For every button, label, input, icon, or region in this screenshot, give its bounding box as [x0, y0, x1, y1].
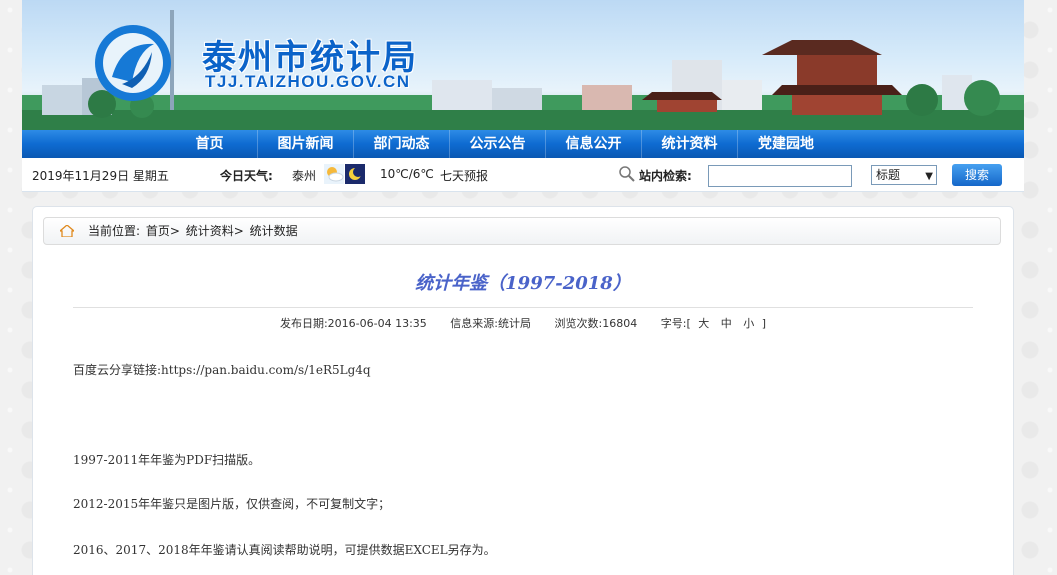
article-meta: 发布日期:2016-06-04 13:35 信息来源:统计局 浏览次数:1680…	[33, 315, 1013, 331]
breadcrumb-prefix: 当前位置:	[88, 224, 141, 238]
nav-item-department-news[interactable]: 部门动态	[354, 130, 450, 158]
page-container: 泰州市统计局 TJJ.TAIZHOU.GOV.CN 首页 图片新闻 部门动态 公…	[22, 0, 1024, 575]
paragraph-2012-2015: 2012-2015年年鉴只是图片版，仅供查阅，不可复制文字；	[73, 497, 391, 511]
breadcrumb-stat-data[interactable]: 统计数据	[250, 224, 298, 238]
share-paragraph: 百度云分享链接:https://pan.baidu.com/s/1eR5Lg4q	[73, 361, 371, 378]
main-nav: 首页 图片新闻 部门动态 公示公告 信息公开 统计资料 党建园地	[22, 130, 1024, 158]
title-divider	[73, 307, 973, 308]
baidu-share-link[interactable]: https://pan.baidu.com/s/1eR5Lg4q	[161, 363, 371, 377]
current-date: 2019年11月29日 星期五	[32, 169, 169, 183]
breadcrumb: 当前位置: 首页> 统计资料> 统计数据	[43, 217, 1001, 245]
nav-item-statistics[interactable]: 统计资料	[642, 130, 738, 158]
breadcrumb-trail: 当前位置: 首页> 统计资料> 统计数据	[88, 218, 300, 244]
search-field-selected: 标题	[876, 168, 901, 182]
main-content: 当前位置: 首页> 统计资料> 统计数据 统计年鉴（1997-2018） 发布日…	[32, 206, 1014, 575]
article-title: 统计年鉴（1997-2018）	[415, 273, 631, 294]
share-label: 百度云分享链接:	[73, 363, 162, 377]
moon-icon	[345, 164, 365, 184]
view-count: 浏览次数:16804	[554, 317, 638, 330]
site-url: TJJ.TAIZHOU.GOV.CN	[205, 72, 411, 91]
font-size-controls: 字号:[ 大 中 小 ]	[660, 317, 767, 330]
site-search-label: 站内检索:	[639, 169, 692, 183]
publish-date: 发布日期:2016-06-04 13:35	[279, 317, 427, 330]
info-bar: 2019年11月29日 星期五 今日天气: 泰州 10℃/6℃ 七天预报 站内检…	[22, 158, 1024, 192]
info-source: 信息来源:统计局	[450, 317, 532, 330]
weather-icons	[324, 164, 365, 184]
weather-city: 泰州	[292, 169, 317, 183]
nav-item-info-disclosure[interactable]: 信息公开	[546, 130, 642, 158]
weather-temperature: 10℃/6℃	[380, 167, 434, 181]
chevron-down-icon: ▼	[925, 171, 933, 182]
bureau-logo-icon	[95, 25, 171, 101]
site-search-input[interactable]	[708, 165, 852, 187]
magnifier-icon	[619, 166, 635, 182]
nav-item-party-building[interactable]: 党建园地	[738, 130, 834, 158]
nav-item-announcements[interactable]: 公示公告	[450, 130, 546, 158]
seven-day-forecast-link[interactable]: 七天预报	[440, 167, 488, 184]
breadcrumb-statistics[interactable]: 统计资料>	[186, 224, 244, 238]
breadcrumb-home[interactable]: 首页>	[146, 224, 180, 238]
weather-label: 今日天气:	[220, 169, 273, 183]
nav-item-home[interactable]: 首页	[162, 130, 258, 158]
font-size-large-button[interactable]: 大	[698, 317, 709, 330]
header-banner: 泰州市统计局 TJJ.TAIZHOU.GOV.CN	[22, 0, 1024, 130]
paragraph-1997-2011: 1997-2011年年鉴为PDF扫描版。	[73, 453, 261, 467]
search-button[interactable]: 搜索	[952, 164, 1002, 186]
paragraph-2016-2018: 2016、2017、2018年年鉴请认真阅读帮助说明，可提供数据EXCEL另存为…	[73, 543, 496, 557]
font-size-small-button[interactable]: 小	[743, 317, 754, 330]
nav-item-photo-news[interactable]: 图片新闻	[258, 130, 354, 158]
cloudy-sun-icon	[324, 164, 344, 184]
search-field-select[interactable]: 标题 ▼	[871, 165, 937, 185]
font-size-medium-button[interactable]: 中	[721, 317, 732, 330]
home-icon	[60, 225, 74, 237]
